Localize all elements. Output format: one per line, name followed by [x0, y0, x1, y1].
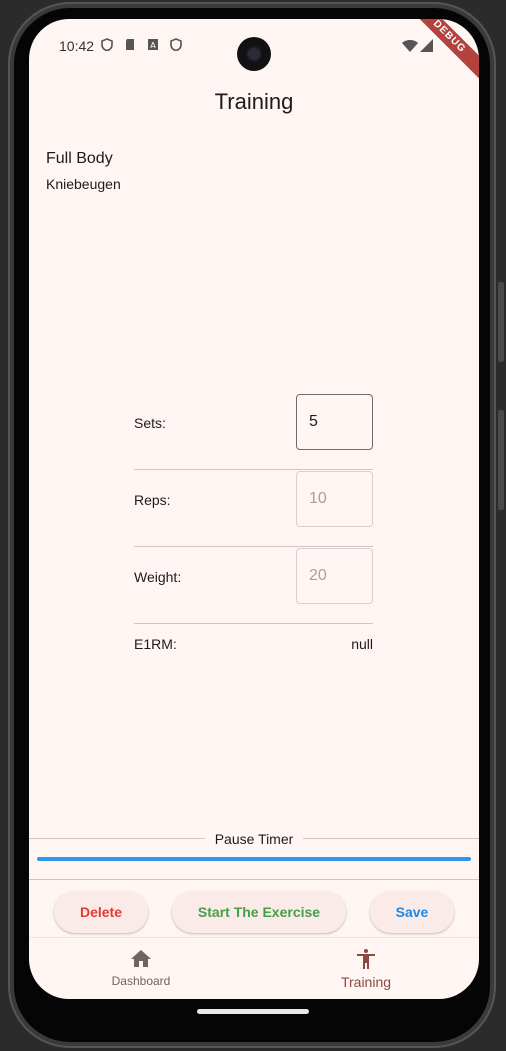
sd-card-icon — [126, 39, 134, 50]
wifi-icon — [402, 40, 418, 52]
app-screen: 10:42 A DEBUG Training Full Body Kniebeu… — [29, 19, 479, 999]
exercise-form: Sets: 5 Reps: 10 Weight: 20 E1RM: null — [134, 394, 373, 664]
shield-icon — [101, 38, 113, 51]
font-icon: A — [148, 39, 158, 50]
e1rm-value: null — [351, 636, 373, 652]
pause-timer-title: Pause Timer — [29, 831, 479, 847]
pause-timer-label: Pause Timer — [204, 831, 304, 847]
weight-label: Weight: — [134, 569, 182, 585]
exercise-name: Kniebeugen — [46, 176, 121, 192]
volume-button — [498, 282, 504, 362]
weight-input[interactable]: 20 — [296, 548, 373, 604]
e1rm-row: E1RM: null — [134, 624, 373, 664]
accessibility-icon — [357, 949, 375, 969]
reps-label: Reps: — [134, 492, 171, 508]
reps-row: Reps: 10 — [134, 471, 373, 547]
svg-text:A: A — [150, 41, 156, 50]
weight-row: Weight: 20 — [134, 548, 373, 624]
shield-outline-icon — [170, 38, 182, 51]
debug-banner: DEBUG — [400, 19, 479, 86]
signal-icon — [420, 39, 433, 52]
pause-timer-progress — [37, 857, 471, 861]
sets-input[interactable]: 5 — [296, 394, 373, 450]
reps-input[interactable]: 10 — [296, 471, 373, 527]
front-camera — [237, 37, 271, 71]
start-exercise-button[interactable]: Start The Exercise — [172, 891, 346, 933]
power-button — [498, 410, 504, 510]
sets-label: Sets: — [134, 415, 166, 431]
page-title: Training — [214, 89, 294, 114]
delete-button[interactable]: Delete — [54, 891, 148, 933]
sets-row: Sets: 5 — [134, 394, 373, 470]
save-button[interactable]: Save — [370, 891, 454, 933]
status-time: 10:42 — [59, 38, 95, 54]
status-bar: 10:42 A DEBUG — [29, 19, 479, 86]
e1rm-label: E1RM: — [134, 636, 177, 652]
nav-item-training[interactable]: Training — [296, 938, 436, 990]
bottom-navigation: Dashboard Training — [29, 937, 479, 999]
nav-item-dashboard[interactable]: Dashboard — [71, 938, 211, 988]
home-icon — [131, 950, 151, 967]
nav-label-training: Training — [340, 974, 392, 990]
actions-divider — [29, 879, 479, 880]
workout-name: Full Body — [46, 150, 113, 167]
home-indicator — [197, 1009, 309, 1014]
nav-label-dashboard: Dashboard — [111, 974, 171, 988]
